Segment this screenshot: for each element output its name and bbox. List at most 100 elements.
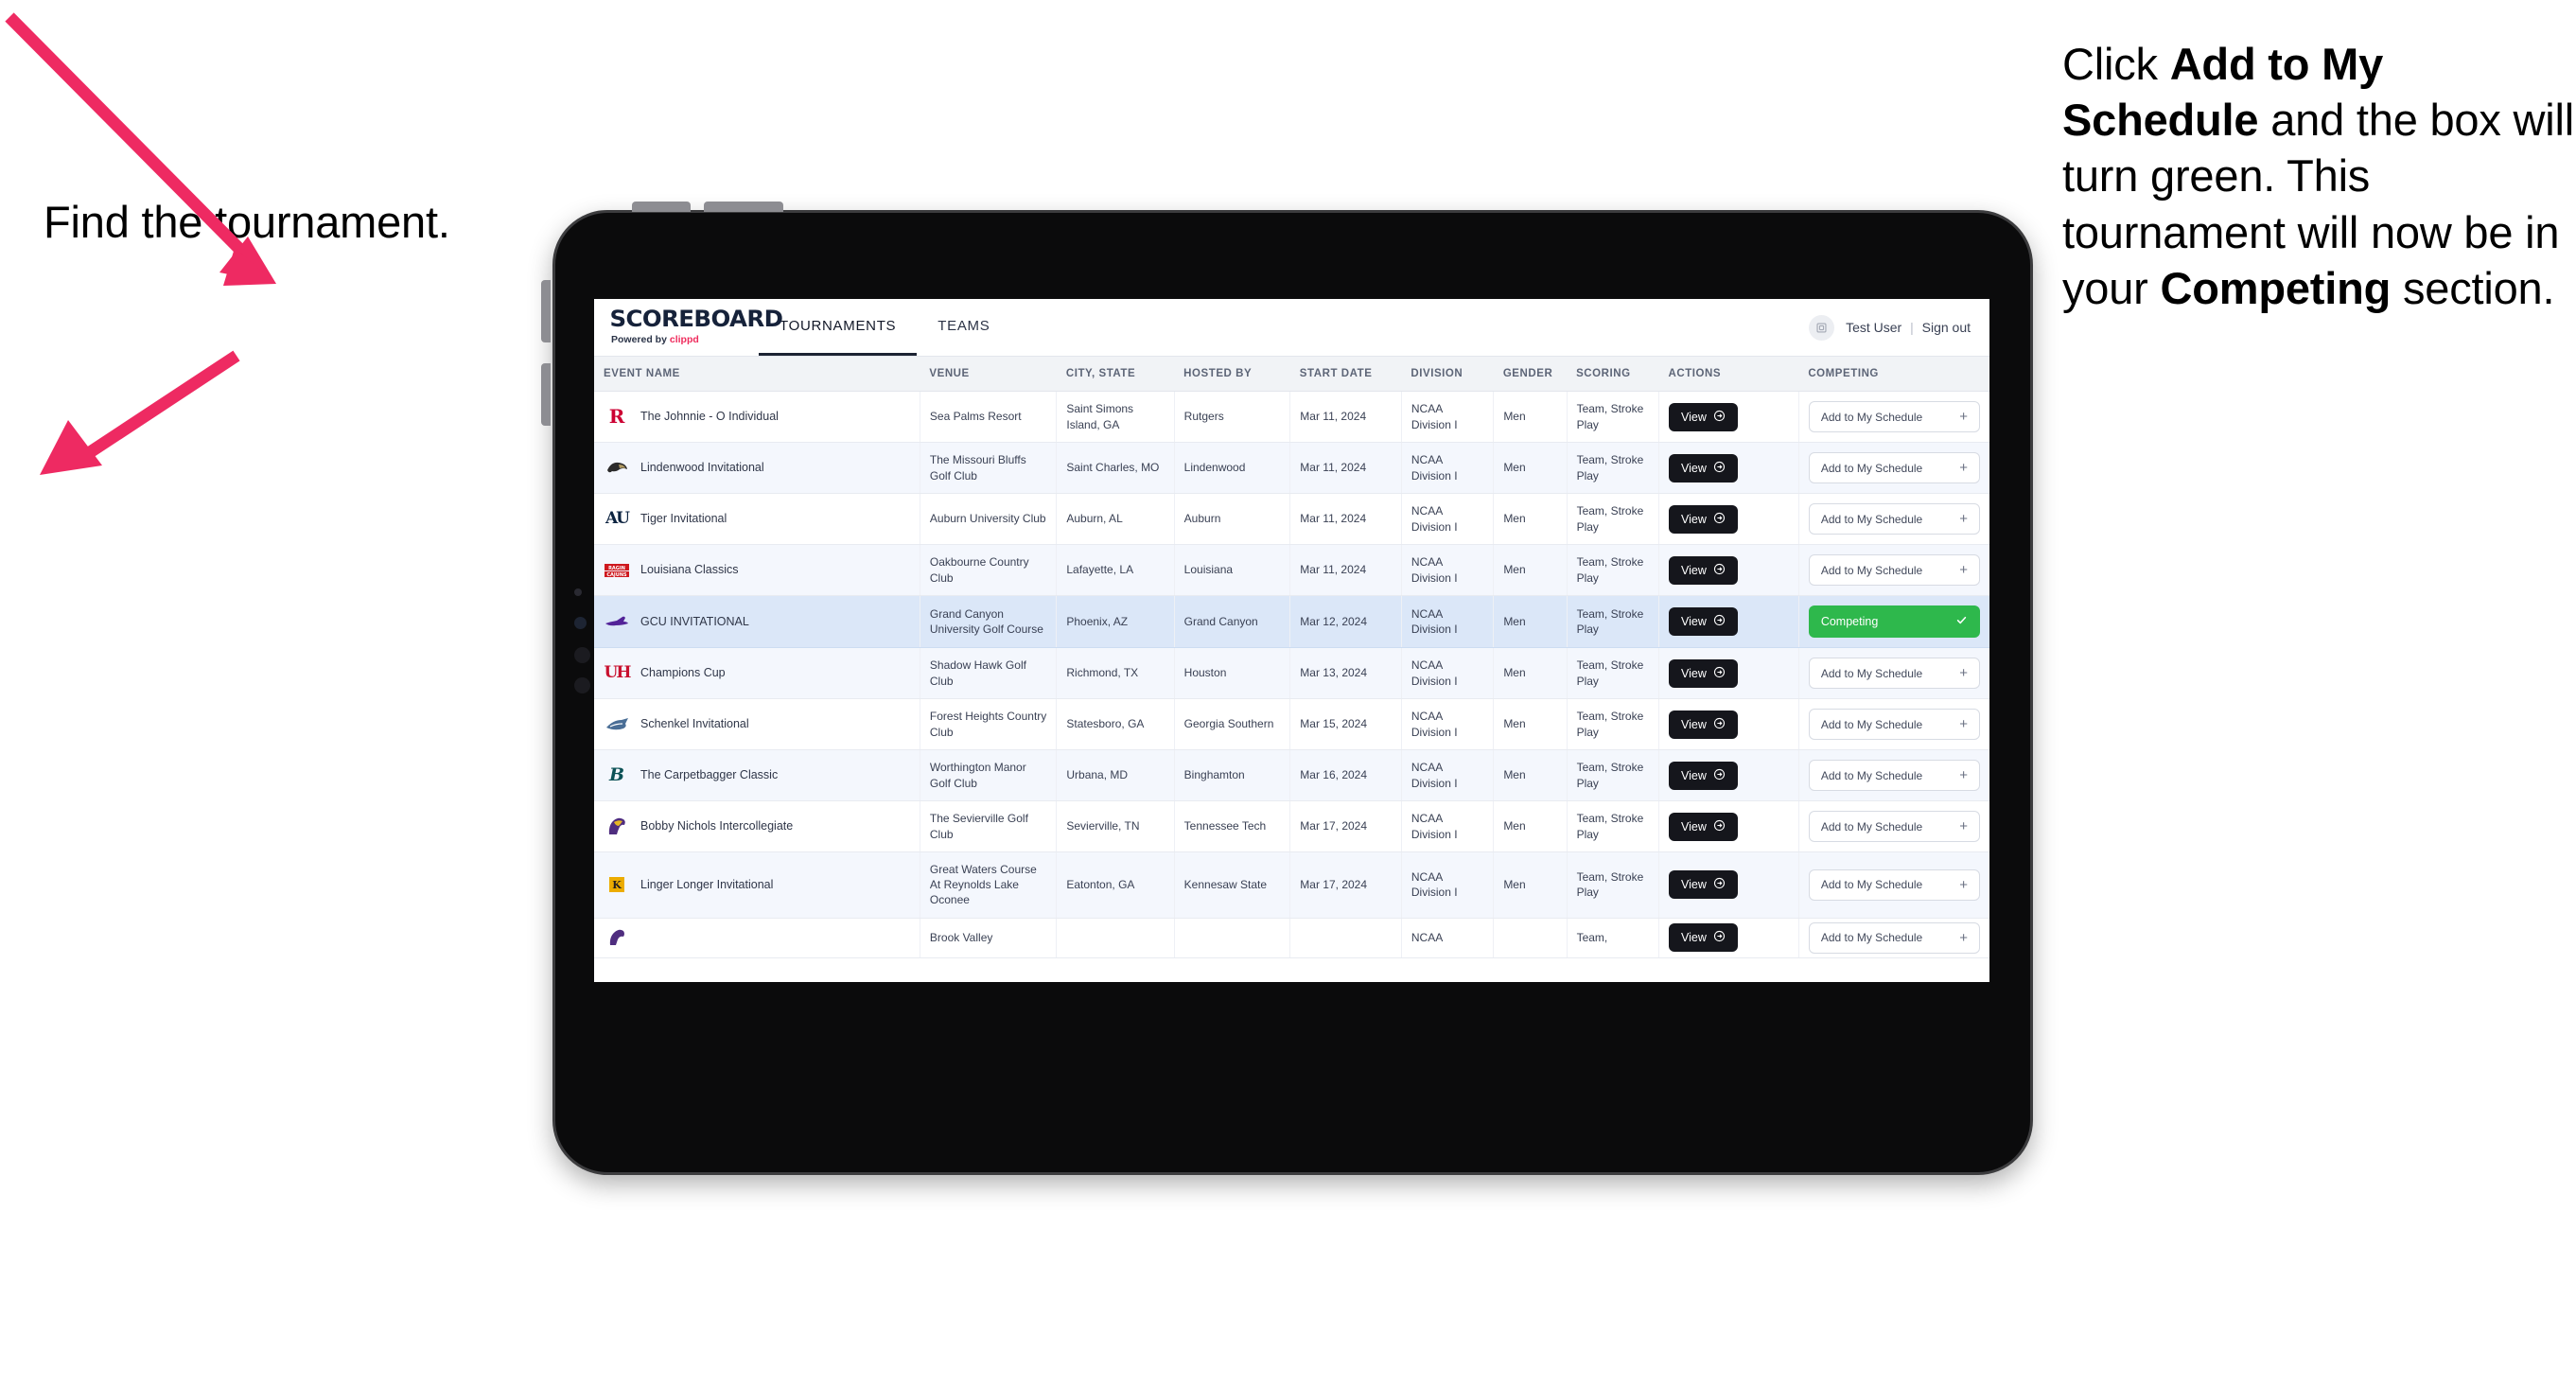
view-button-label: View (1681, 615, 1707, 628)
tab-teams[interactable]: TEAMS (917, 299, 1010, 356)
tablet-lens-upper-icon (574, 647, 590, 663)
table-row[interactable]: K Linger Longer Invitational Great Waters … (594, 851, 1989, 919)
user-avatar-icon[interactable] (1809, 314, 1835, 341)
brand-title: SCOREBOARD (609, 306, 783, 332)
view-button[interactable]: View (1669, 555, 1738, 585)
add-to-my-schedule-button[interactable]: Add to My Schedule + (1808, 554, 1980, 586)
gender-value: Men (1503, 461, 1526, 475)
col-division: DIVISION (1401, 357, 1494, 392)
table-row[interactable]: R The Johnnie - O Individual Sea Palms Res… (594, 391, 1989, 443)
tablet-power-button[interactable] (704, 202, 783, 212)
tablet-side-button-lower[interactable] (541, 363, 551, 426)
city-state-value: Auburn, AL (1066, 512, 1123, 526)
table-row[interactable]: Lindenwood Invitational The Missouri Bluf… (594, 442, 1989, 494)
add-button-label: Add to My Schedule (1820, 819, 1923, 833)
annotation-right: Click Add to My Schedule and the box wil… (2062, 36, 2576, 316)
scoring-value: Team, Stroke Play (1576, 555, 1644, 585)
plus-icon: + (1959, 511, 1968, 527)
view-button[interactable]: View (1669, 870, 1738, 900)
division-value: NCAA Division I (1411, 812, 1458, 841)
add-to-my-schedule-button[interactable]: Add to My Schedule + (1808, 811, 1980, 842)
arrow-circle-right-icon (1713, 717, 1726, 732)
division-value: NCAA Division I (1411, 658, 1458, 688)
event-name: Champions Cup (640, 666, 726, 680)
venue-value: Grand Canyon University Golf Course (929, 606, 1043, 636)
plus-icon: + (1959, 767, 1968, 783)
view-button[interactable]: View (1669, 923, 1738, 953)
arrow-circle-right-icon (1713, 461, 1726, 476)
add-to-my-schedule-button[interactable]: Add to My Schedule + (1808, 868, 1980, 901)
view-button-label: View (1681, 819, 1707, 833)
table-row[interactable]: RAGIN CAJUNS Louisiana Classics Oakbourne C… (594, 544, 1989, 596)
add-to-my-schedule-button[interactable]: Add to My Schedule + (1808, 921, 1980, 954)
table-row[interactable]: Brook Valley NCAA Team, View Add to My Sched… (594, 918, 1989, 958)
add-button-label: Add to My Schedule (1820, 666, 1923, 680)
view-button[interactable]: View (1669, 761, 1738, 790)
event-name: The Carpetbagger Classic (640, 768, 779, 782)
gcu-lope-logo (604, 609, 630, 634)
event-name: The Johnnie - O Individual (640, 410, 779, 424)
venue-value: Forest Heights Country Club (929, 710, 1047, 739)
start-date-value: Mar 11, 2024 (1300, 461, 1367, 475)
table-row[interactable]: Bobby Nichols Intercollegiate The Sevierv… (594, 800, 1989, 852)
table-header: EVENT NAME VENUE CITY, STATE HOSTED BY S… (594, 357, 1989, 392)
tablet-screen: SCOREBOARD Powered by clippd TOURNAMENTS… (594, 299, 1989, 982)
competing-button[interactable]: Competing (1808, 605, 1980, 638)
table-row[interactable]: UH Champions Cup Shadow Hawk Golf Club Rich… (594, 647, 1989, 699)
add-to-my-schedule-button[interactable]: Add to My Schedule + (1808, 503, 1980, 535)
sign-out-link[interactable]: Sign out (1922, 320, 1971, 335)
event-name: Lindenwood Invitational (640, 461, 764, 475)
hosted-by-value: Georgia Southern (1183, 717, 1274, 731)
view-button[interactable]: View (1669, 402, 1738, 431)
start-date-value: Mar 13, 2024 (1300, 666, 1368, 680)
tablet-sensor-icon (574, 588, 582, 596)
add-button-label: Add to My Schedule (1820, 931, 1923, 945)
account-area: Test User | Sign out (1809, 299, 1989, 356)
view-button[interactable]: View (1669, 658, 1738, 688)
brand-subtitle: Powered by clippd (611, 334, 753, 345)
start-date-value: Mar 15, 2024 (1300, 717, 1368, 731)
tablet-volume-button[interactable] (632, 202, 691, 212)
arrow-left (0, 0, 322, 322)
scoring-value: Team, Stroke Play (1576, 402, 1644, 431)
add-to-my-schedule-button[interactable]: Add to My Schedule + (1808, 760, 1980, 791)
start-date-value: Mar 16, 2024 (1300, 768, 1368, 782)
view-button-label: View (1681, 410, 1707, 424)
division-value: NCAA Division I (1411, 453, 1458, 482)
venue-value: Sea Palms Resort (929, 410, 1022, 424)
brand-logo[interactable]: SCOREBOARD Powered by clippd (594, 299, 783, 356)
event-name: Bobby Nichols Intercollegiate (640, 819, 794, 833)
view-button[interactable]: View (1669, 607, 1738, 636)
add-to-my-schedule-button[interactable]: Add to My Schedule + (1808, 658, 1980, 689)
table-row[interactable]: AU Tiger Invitational Auburn University Cl… (594, 493, 1989, 545)
add-to-my-schedule-button[interactable]: Add to My Schedule + (1808, 709, 1980, 740)
city-state-value: Phoenix, AZ (1066, 614, 1129, 628)
add-to-my-schedule-button[interactable]: Add to My Schedule + (1808, 401, 1980, 432)
add-button-label: Add to My Schedule (1820, 563, 1923, 577)
tablet-side-button-upper[interactable] (541, 280, 551, 342)
view-button-label: View (1681, 563, 1707, 577)
add-button-label: Add to My Schedule (1820, 768, 1923, 782)
houston-uh-logo: UH (604, 663, 632, 683)
event-name: Schenkel Invitational (640, 717, 749, 731)
col-venue: VENUE (920, 357, 1057, 392)
view-button[interactable]: View (1669, 504, 1738, 534)
plus-icon: + (1959, 665, 1968, 681)
add-to-my-schedule-button[interactable]: Add to My Schedule + (1808, 452, 1980, 483)
table-row[interactable]: B The Carpetbagger Classic Worthington Man… (594, 749, 1989, 801)
rutgers-r-logo: R (608, 405, 625, 428)
arrow-circle-right-icon (1713, 563, 1726, 578)
plus-icon: + (1959, 929, 1968, 946)
view-button[interactable]: View (1669, 453, 1738, 482)
view-button-label: View (1681, 768, 1707, 782)
view-button[interactable]: View (1669, 710, 1738, 739)
tablet-device: SCOREBOARD Powered by clippd TOURNAMENTS… (541, 202, 2033, 1175)
table-row[interactable]: Schenkel Invitational Forest Heights Coun… (594, 698, 1989, 750)
scoring-value: Team, (1576, 930, 1608, 944)
view-button[interactable]: View (1669, 812, 1738, 841)
table-row[interactable]: GCU INVITATIONAL Grand Canyon University … (594, 595, 1989, 648)
arrow-circle-right-icon (1713, 930, 1726, 945)
table-body: R The Johnnie - O Individual Sea Palms Res… (594, 391, 1989, 958)
tennessee-tech-eagle-logo (604, 815, 630, 839)
plus-icon: + (1959, 460, 1968, 476)
